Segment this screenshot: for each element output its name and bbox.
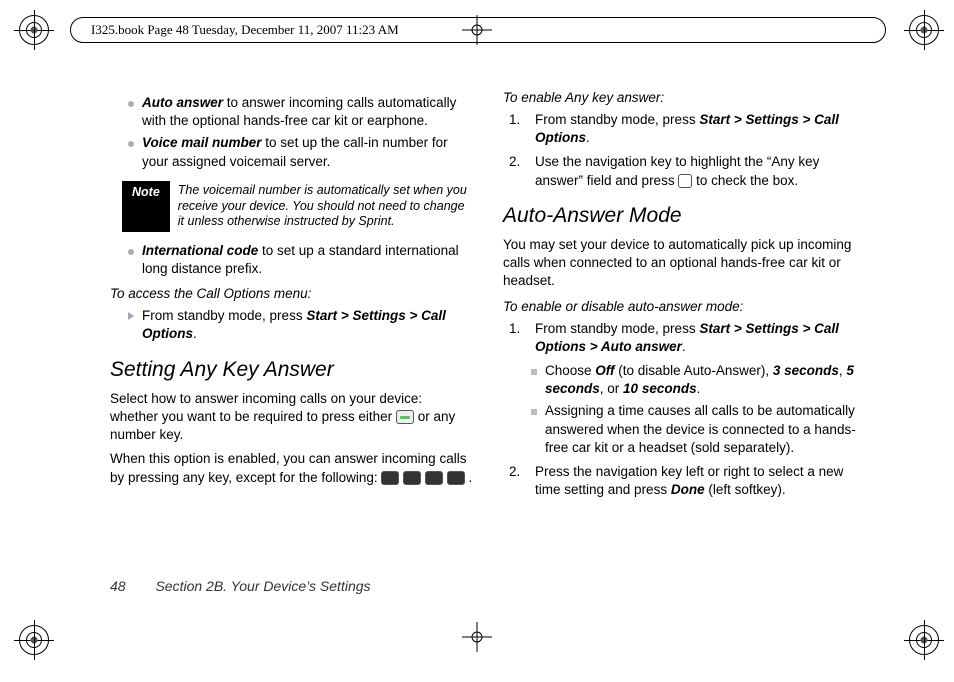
bullet-international: International code to set up a standard … — [110, 242, 473, 278]
registration-mark-icon — [904, 620, 944, 660]
paragraph: When this option is enabled, you can ans… — [110, 450, 473, 486]
talk-key-icon — [396, 410, 414, 424]
sub-bullet: Assigning a time causes all calls to be … — [503, 402, 866, 457]
slug-text: I325.book Page 48 Tuesday, December 11, … — [91, 22, 399, 38]
key-icon — [381, 471, 399, 485]
heading-auto-answer: Auto-Answer Mode — [503, 204, 866, 228]
bullet-icon — [128, 134, 136, 170]
square-bullet-icon — [531, 362, 539, 398]
section-title: Section 2B. Your Device’s Settings — [155, 578, 370, 594]
bullet-text: Auto answer to answer incoming calls aut… — [142, 94, 473, 130]
key-icon — [403, 471, 421, 485]
sub-bullet: Choose Off (to disable Auto-Answer), 3 s… — [503, 362, 866, 398]
left-column: Auto answer to answer incoming calls aut… — [110, 90, 473, 506]
page-footer: 48 Section 2B. Your Device’s Settings — [110, 578, 371, 594]
page-header-slug: I325.book Page 48 Tuesday, December 11, … — [70, 17, 886, 43]
step-1: 1. From standby mode, press Start > Sett… — [509, 111, 866, 147]
note-body: The voicemail number is automatically se… — [170, 181, 473, 232]
step-text: Press the navigation key left or right t… — [535, 463, 866, 499]
page-body: Auto answer to answer incoming calls aut… — [110, 90, 866, 602]
term: Voice mail number — [142, 135, 262, 150]
step-text: From standby mode, press Start > Setting… — [535, 111, 866, 147]
arrow-icon — [128, 307, 136, 343]
key-icon — [425, 471, 443, 485]
sub-bullet-text: Choose Off (to disable Auto-Answer), 3 s… — [545, 362, 866, 398]
bullet-auto-answer: Auto answer to answer incoming calls aut… — [110, 94, 473, 130]
square-bullet-icon — [531, 402, 539, 457]
registration-mark-icon — [14, 620, 54, 660]
access-step: From standby mode, press Start > Setting… — [110, 307, 473, 343]
step-text: From standby mode, press Start > Setting… — [535, 320, 866, 356]
term: Auto answer — [142, 95, 223, 110]
access-heading: To access the Call Options menu: — [110, 286, 473, 301]
step-number: 2. — [509, 463, 527, 499]
heading-any-key: Setting Any Key Answer — [110, 358, 473, 382]
paragraph: You may set your device to automatically… — [503, 236, 866, 291]
sub-bullet-text: Assigning a time causes all calls to be … — [545, 402, 866, 457]
enable-auto-heading: To enable or disable auto-answer mode: — [503, 299, 866, 314]
enable-any-heading: To enable Any key answer: — [503, 90, 866, 105]
crop-mark-icon — [462, 622, 492, 652]
term: International code — [142, 243, 258, 258]
note-label: Note — [122, 181, 170, 232]
checkbox-icon — [678, 174, 692, 188]
bullet-text: International code to set up a standard … — [142, 242, 473, 278]
auto-step-2: 2. Press the navigation key left or righ… — [509, 463, 866, 499]
paragraph: Select how to answer incoming calls on y… — [110, 390, 473, 445]
bullet-icon — [128, 242, 136, 278]
bullet-icon — [128, 94, 136, 130]
right-column: To enable Any key answer: 1. From standb… — [503, 90, 866, 506]
bullet-voicemail: Voice mail number to set up the call-in … — [110, 134, 473, 170]
step-number: 1. — [509, 111, 527, 147]
registration-mark-icon — [904, 10, 944, 50]
step-text: Use the navigation key to highlight the … — [535, 153, 866, 189]
step-number: 1. — [509, 320, 527, 356]
registration-mark-icon — [14, 10, 54, 50]
page-number: 48 — [110, 578, 126, 594]
auto-step-1: 1. From standby mode, press Start > Sett… — [509, 320, 866, 356]
step-2: 2. Use the navigation key to highlight t… — [509, 153, 866, 189]
bullet-text: Voice mail number to set up the call-in … — [142, 134, 473, 170]
key-icon — [447, 471, 465, 485]
access-step-text: From standby mode, press Start > Setting… — [142, 307, 473, 343]
step-number: 2. — [509, 153, 527, 189]
note-box: Note The voicemail number is automatical… — [122, 181, 473, 232]
